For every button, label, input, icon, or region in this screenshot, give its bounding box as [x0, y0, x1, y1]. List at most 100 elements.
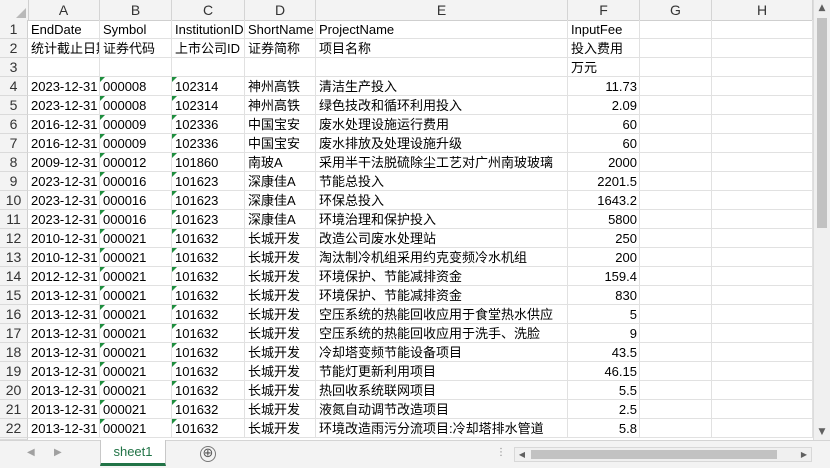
cell-b5[interactable]: 000008 [100, 96, 172, 115]
row-header[interactable]: 22 [0, 419, 28, 438]
scroll-right-arrow-icon[interactable]: ▶ [797, 448, 811, 461]
cell-f3[interactable]: 万元 [568, 58, 640, 77]
cell-g22[interactable] [640, 419, 712, 438]
cell-d3[interactable] [245, 58, 316, 77]
cell-c7[interactable]: 102336 [172, 134, 245, 153]
row-header[interactable]: 7 [0, 134, 28, 153]
cell-e2[interactable]: 项目名称 [316, 39, 568, 58]
cell-c9[interactable]: 101623 [172, 172, 245, 191]
cell-g21[interactable] [640, 400, 712, 419]
cell-h21[interactable] [712, 400, 813, 419]
cell-a15[interactable]: 2013-12-31 [28, 286, 100, 305]
cell-a3[interactable] [28, 58, 100, 77]
cell-b21[interactable]: 000021 [100, 400, 172, 419]
cell-a4[interactable]: 2023-12-31 [28, 77, 100, 96]
row-header[interactable]: 1 [0, 20, 28, 39]
row-header[interactable]: 8 [0, 153, 28, 172]
cell-f22[interactable]: 5.8 [568, 419, 640, 438]
column-header-b[interactable]: B [100, 0, 172, 20]
row-header[interactable]: 20 [0, 381, 28, 400]
cell-e9[interactable]: 节能总投入 [316, 172, 568, 191]
cell-d16[interactable]: 长城开发 [245, 305, 316, 324]
cell-b18[interactable]: 000021 [100, 343, 172, 362]
cell-g18[interactable] [640, 343, 712, 362]
cell-f7[interactable]: 60 [568, 134, 640, 153]
cell-a12[interactable]: 2010-12-31 [28, 229, 100, 248]
cell-f2[interactable]: 投入费用 [568, 39, 640, 58]
cell-e21[interactable]: 液氮自动调节改造项目 [316, 400, 568, 419]
cell-b12[interactable]: 000021 [100, 229, 172, 248]
cell-e19[interactable]: 节能灯更新利用项目 [316, 362, 568, 381]
cell-d20[interactable]: 长城开发 [245, 381, 316, 400]
cell-h15[interactable] [712, 286, 813, 305]
cell-f19[interactable]: 46.15 [568, 362, 640, 381]
cell-g13[interactable] [640, 248, 712, 267]
scroll-down-arrow-icon[interactable]: ▼ [814, 424, 830, 440]
cell-h16[interactable] [712, 305, 813, 324]
cell-h14[interactable] [712, 267, 813, 286]
column-header-h[interactable]: H [712, 0, 813, 20]
cell-a21[interactable]: 2013-12-31 [28, 400, 100, 419]
cell-b22[interactable]: 000021 [100, 419, 172, 438]
cell-f5[interactable]: 2.09 [568, 96, 640, 115]
cell-e16[interactable]: 空压系统的热能回收应用于食堂热水供应 [316, 305, 568, 324]
cell-c4[interactable]: 102314 [172, 77, 245, 96]
cell-h10[interactable] [712, 191, 813, 210]
cell-d1[interactable]: ShortName [245, 20, 316, 39]
cell-b16[interactable]: 000021 [100, 305, 172, 324]
cell-e5[interactable]: 绿色技改和循环利用投入 [316, 96, 568, 115]
cell-e22[interactable]: 环境改造雨污分流项目:冷却塔排水管道 [316, 419, 568, 438]
row-header[interactable]: 11 [0, 210, 28, 229]
cell-h9[interactable] [712, 172, 813, 191]
cell-e10[interactable]: 环保总投入 [316, 191, 568, 210]
cell-d18[interactable]: 长城开发 [245, 343, 316, 362]
cell-c8[interactable]: 101860 [172, 153, 245, 172]
cell-a16[interactable]: 2013-12-31 [28, 305, 100, 324]
cell-c22[interactable]: 101632 [172, 419, 245, 438]
row-header[interactable]: 18 [0, 343, 28, 362]
cell-f14[interactable]: 159.4 [568, 267, 640, 286]
select-all-corner[interactable] [0, 0, 29, 20]
cell-a22[interactable]: 2013-12-31 [28, 419, 100, 438]
cell-f4[interactable]: 11.73 [568, 77, 640, 96]
cell-c3[interactable] [172, 58, 245, 77]
cell-b2[interactable]: 证券代码 [100, 39, 172, 58]
horizontal-scroll-thumb[interactable] [531, 450, 777, 459]
cell-d12[interactable]: 长城开发 [245, 229, 316, 248]
cell-g1[interactable] [640, 20, 712, 39]
cell-b13[interactable]: 000021 [100, 248, 172, 267]
cell-a8[interactable]: 2009-12-31 [28, 153, 100, 172]
cell-d4[interactable]: 神州高铁 [245, 77, 316, 96]
cell-c13[interactable]: 101632 [172, 248, 245, 267]
cell-g11[interactable] [640, 210, 712, 229]
cell-f17[interactable]: 9 [568, 324, 640, 343]
cell-c14[interactable]: 101632 [172, 267, 245, 286]
cell-b20[interactable]: 000021 [100, 381, 172, 400]
cell-c18[interactable]: 101632 [172, 343, 245, 362]
cell-e8[interactable]: 采用半干法脱硫除尘工艺对广州南玻玻璃 [316, 153, 568, 172]
column-header-a[interactable]: A [28, 0, 100, 20]
cell-f13[interactable]: 200 [568, 248, 640, 267]
cell-a19[interactable]: 2013-12-31 [28, 362, 100, 381]
cell-e12[interactable]: 改造公司废水处理站 [316, 229, 568, 248]
cell-e14[interactable]: 环境保护、节能减排资金 [316, 267, 568, 286]
row-header[interactable]: 21 [0, 400, 28, 419]
cell-e1[interactable]: ProjectName [316, 20, 568, 39]
cell-a7[interactable]: 2016-12-31 [28, 134, 100, 153]
scroll-left-arrow-icon[interactable]: ◀ [515, 448, 529, 461]
cell-g9[interactable] [640, 172, 712, 191]
row-header[interactable]: 19 [0, 362, 28, 381]
cell-a10[interactable]: 2023-12-31 [28, 191, 100, 210]
cell-c11[interactable]: 101623 [172, 210, 245, 229]
cell-h6[interactable] [712, 115, 813, 134]
column-header-d[interactable]: D [245, 0, 316, 20]
cell-a1[interactable]: EndDate [28, 20, 100, 39]
cell-e15[interactable]: 环境保护、节能减排资金 [316, 286, 568, 305]
cell-h13[interactable] [712, 248, 813, 267]
cell-g6[interactable] [640, 115, 712, 134]
cell-h8[interactable] [712, 153, 813, 172]
cell-c21[interactable]: 101632 [172, 400, 245, 419]
cell-h22[interactable] [712, 419, 813, 438]
cell-e13[interactable]: 淘汰制冷机组采用约克变频冷水机组 [316, 248, 568, 267]
cell-f20[interactable]: 5.5 [568, 381, 640, 400]
